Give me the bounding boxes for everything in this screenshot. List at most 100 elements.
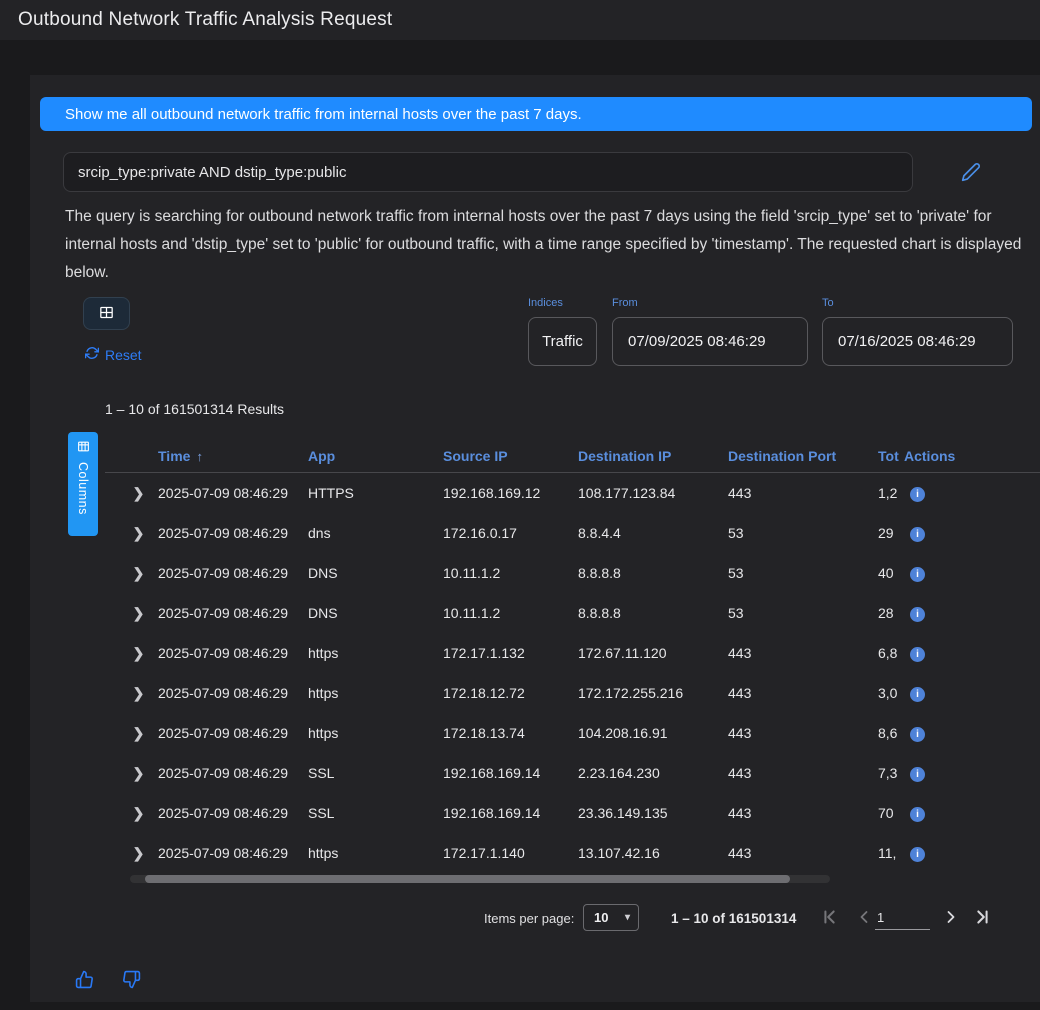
expand-row-icon[interactable]: ❯ — [105, 765, 158, 782]
expand-row-icon[interactable]: ❯ — [105, 605, 158, 622]
expand-row-icon[interactable]: ❯ — [105, 725, 158, 742]
cell-total: 8,6 — [878, 725, 904, 741]
indices-label: Indices — [528, 297, 597, 309]
items-per-page-value: 10 — [594, 910, 608, 925]
columns-button[interactable]: Columns — [68, 432, 98, 536]
cell-destination-ip: 8.8.8.8 — [578, 605, 728, 621]
cell-total: 70 — [878, 805, 904, 821]
table-row: ❯ 2025-07-09 08:46:29 https 172.17.1.140… — [105, 833, 1040, 873]
to-datetime-box[interactable]: 07/16/2025 08:46:29 — [822, 317, 1013, 366]
column-header-destination-port[interactable]: Destination Port — [728, 448, 878, 464]
first-page-button[interactable] — [818, 906, 842, 930]
info-icon[interactable]: i — [910, 607, 925, 622]
query-row — [63, 152, 1033, 192]
cell-app: SSL — [308, 805, 443, 821]
expand-row-icon[interactable]: ❯ — [105, 685, 158, 702]
horizontal-scrollbar-thumb[interactable] — [145, 875, 790, 883]
cell-source-ip: 10.11.1.2 — [443, 565, 578, 581]
indices-field: Indices Traffic — [528, 297, 597, 366]
edit-query-button[interactable] — [958, 160, 984, 186]
indices-value-box[interactable]: Traffic — [528, 317, 597, 366]
refresh-icon — [85, 346, 99, 363]
pagination-range: 1 – 10 of 161501314 — [671, 911, 796, 926]
cell-total: 3,0 — [878, 685, 904, 701]
cell-time: 2025-07-09 08:46:29 — [158, 725, 308, 741]
next-page-button[interactable] — [939, 906, 963, 930]
cell-app: SSL — [308, 765, 443, 781]
info-icon[interactable]: i — [910, 807, 925, 822]
thumbs-up-button[interactable] — [75, 970, 94, 992]
expand-row-icon[interactable]: ❯ — [105, 645, 158, 662]
info-icon[interactable]: i — [910, 687, 925, 702]
last-page-button[interactable] — [970, 906, 994, 930]
table-row: ❯ 2025-07-09 08:46:29 DNS 10.11.1.2 8.8.… — [105, 593, 1040, 633]
cell-app: https — [308, 845, 443, 861]
chevron-right-icon — [941, 915, 961, 930]
info-icon[interactable]: i — [910, 487, 925, 502]
cell-app: HTTPS — [308, 485, 443, 501]
results-summary: 1 – 10 of 161501314 Results — [105, 401, 284, 417]
cell-total: 29 — [878, 525, 904, 541]
cell-app: https — [308, 645, 443, 661]
cell-app: DNS — [308, 565, 443, 581]
cell-destination-port: 443 — [728, 485, 878, 501]
cell-destination-ip: 172.67.11.120 — [578, 645, 728, 661]
table-row: ❯ 2025-07-09 08:46:29 SSL 192.168.169.14… — [105, 793, 1040, 833]
cell-source-ip: 172.18.13.74 — [443, 725, 578, 741]
from-datetime-value: 07/09/2025 08:46:29 — [628, 333, 766, 350]
cell-time: 2025-07-09 08:46:29 — [158, 685, 308, 701]
cell-destination-ip: 13.107.42.16 — [578, 845, 728, 861]
chart-type-button[interactable] — [83, 297, 130, 330]
expand-row-icon[interactable]: ❯ — [105, 485, 158, 502]
info-icon[interactable]: i — [910, 647, 925, 662]
cell-total: 7,3 — [878, 765, 904, 781]
column-header-actions[interactable]: Actions — [904, 448, 1040, 464]
reset-button[interactable]: Reset — [85, 346, 142, 363]
cell-destination-ip: 8.8.4.4 — [578, 525, 728, 541]
table-header-row: Time↑ App Source IP Destination IP Desti… — [105, 440, 1040, 473]
thumbs-down-button[interactable] — [122, 970, 141, 992]
cell-source-ip: 10.11.1.2 — [443, 605, 578, 621]
analysis-card: Show me all outbound network traffic fro… — [30, 75, 1040, 1002]
from-field: From 07/09/2025 08:46:29 — [612, 297, 808, 366]
expand-row-icon[interactable]: ❯ — [105, 805, 158, 822]
from-datetime-box[interactable]: 07/09/2025 08:46:29 — [612, 317, 808, 366]
cell-time: 2025-07-09 08:46:29 — [158, 485, 308, 501]
cell-destination-port: 443 — [728, 685, 878, 701]
cell-destination-port: 53 — [728, 525, 878, 541]
column-header-destination-ip[interactable]: Destination IP — [578, 448, 728, 464]
info-icon[interactable]: i — [910, 847, 925, 862]
cell-app: DNS — [308, 605, 443, 621]
items-per-page-label: Items per page: — [484, 911, 574, 926]
expand-row-icon[interactable]: ❯ — [105, 845, 158, 862]
info-icon[interactable]: i — [910, 727, 925, 742]
indices-value: Traffic — [542, 333, 583, 350]
expand-row-icon[interactable]: ❯ — [105, 525, 158, 542]
cell-destination-ip: 2.23.164.230 — [578, 765, 728, 781]
chevron-down-icon: ▾ — [625, 912, 630, 923]
column-header-app[interactable]: App — [308, 448, 443, 464]
reset-label: Reset — [105, 347, 142, 363]
info-icon[interactable]: i — [910, 767, 925, 782]
column-header-total[interactable]: Tot — [878, 448, 904, 464]
prompt-banner-text: Show me all outbound network traffic fro… — [40, 106, 582, 123]
page-number-input[interactable] — [875, 908, 930, 930]
cell-destination-port: 443 — [728, 765, 878, 781]
column-header-time[interactable]: Time↑ — [158, 448, 308, 464]
cell-destination-port: 443 — [728, 845, 878, 861]
expand-row-icon[interactable]: ❯ — [105, 565, 158, 582]
cell-app: https — [308, 685, 443, 701]
thumbs-down-icon — [122, 977, 141, 992]
column-header-source-ip[interactable]: Source IP — [443, 448, 578, 464]
cell-time: 2025-07-09 08:46:29 — [158, 565, 308, 581]
cell-app: https — [308, 725, 443, 741]
results-table: Time↑ App Source IP Destination IP Desti… — [105, 440, 1040, 873]
items-per-page-select[interactable]: 10 ▾ — [583, 904, 639, 931]
cell-total: 28 — [878, 605, 904, 621]
cell-source-ip: 172.17.1.140 — [443, 845, 578, 861]
table-row: ❯ 2025-07-09 08:46:29 https 172.18.13.74… — [105, 713, 1040, 753]
info-icon[interactable]: i — [910, 527, 925, 542]
info-icon[interactable]: i — [910, 567, 925, 582]
query-input[interactable] — [63, 152, 913, 192]
previous-page-button[interactable] — [852, 906, 876, 930]
